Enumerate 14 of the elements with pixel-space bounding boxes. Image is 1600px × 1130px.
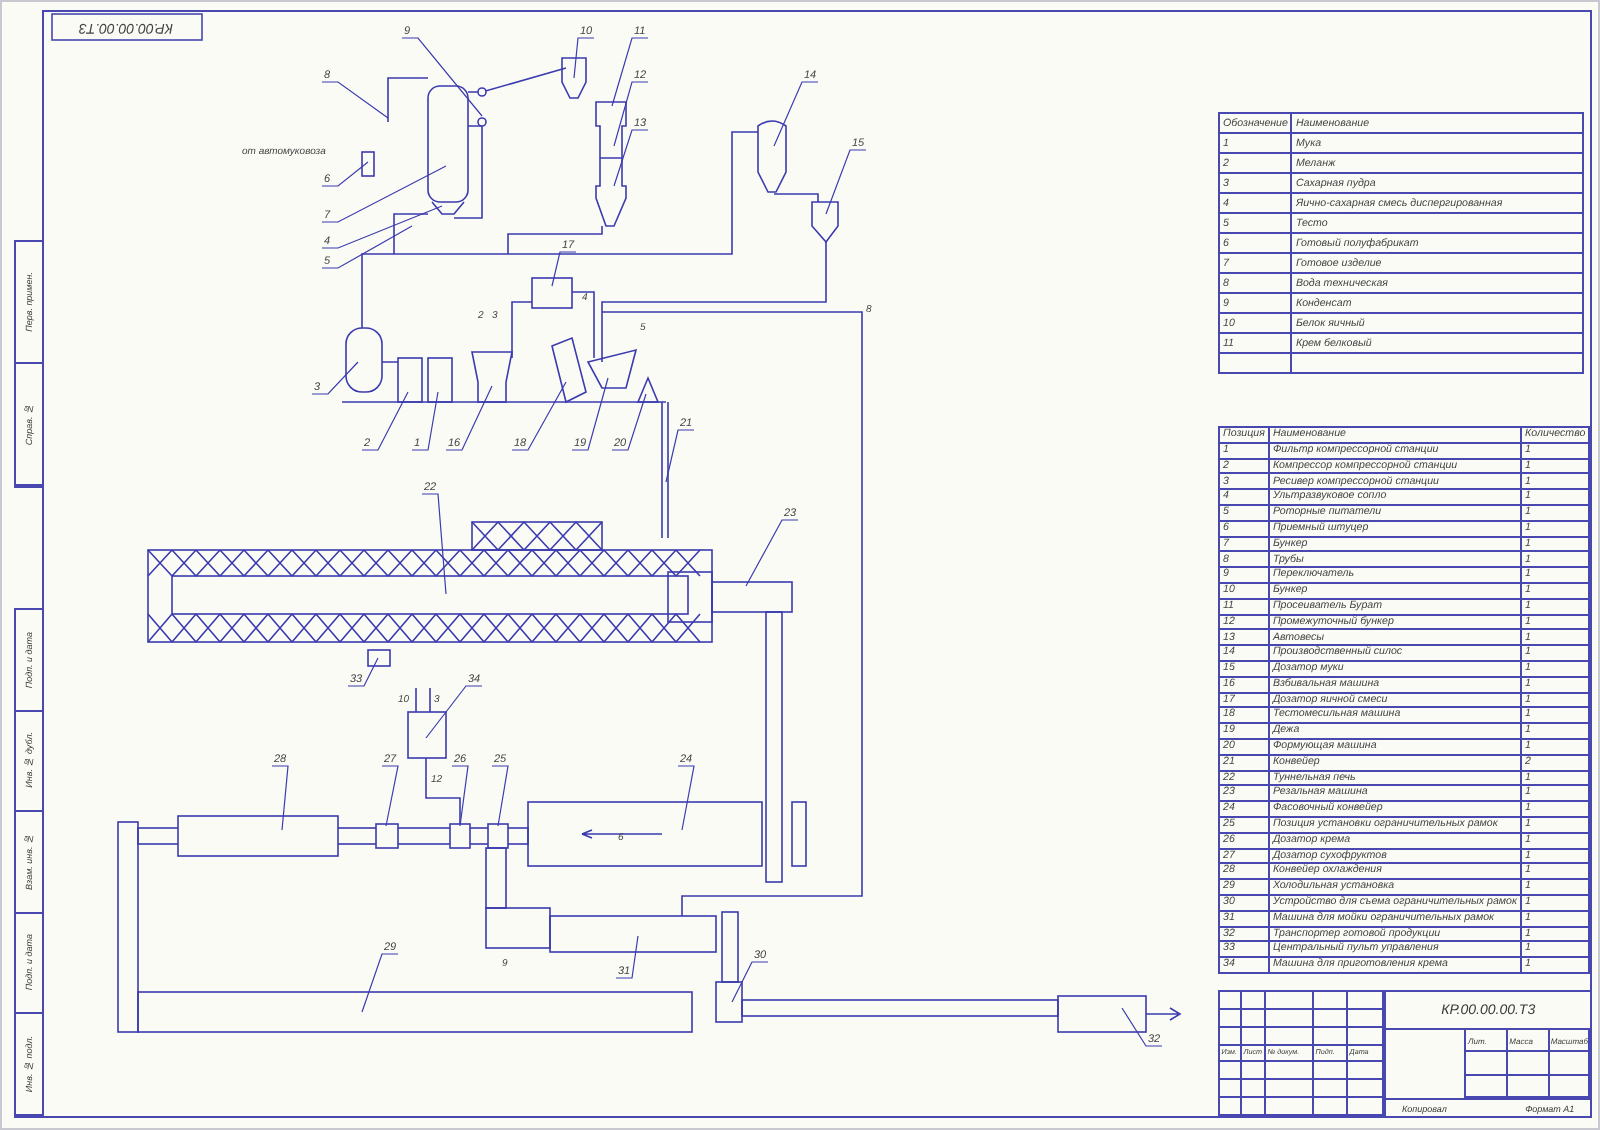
title-block-cell: [1314, 1009, 1348, 1028]
title-block-cell: [1466, 1052, 1508, 1076]
title-block-cell: [1266, 1080, 1314, 1099]
title-block-cell: [1314, 1027, 1348, 1046]
title-block-cell: [1242, 1062, 1266, 1081]
title-block-cell: [1242, 1027, 1266, 1046]
title-block-cell: [1314, 1062, 1348, 1081]
title-block-cell: [1314, 1080, 1348, 1099]
title-block-cell: [1266, 1027, 1314, 1046]
title-block-cell: [1266, 1009, 1314, 1028]
title-block-cell: [1242, 1009, 1266, 1028]
title-block-cell: [1242, 1080, 1266, 1099]
title-block-cell: [1266, 1062, 1314, 1081]
title-block-cell: [1507, 1052, 1550, 1076]
